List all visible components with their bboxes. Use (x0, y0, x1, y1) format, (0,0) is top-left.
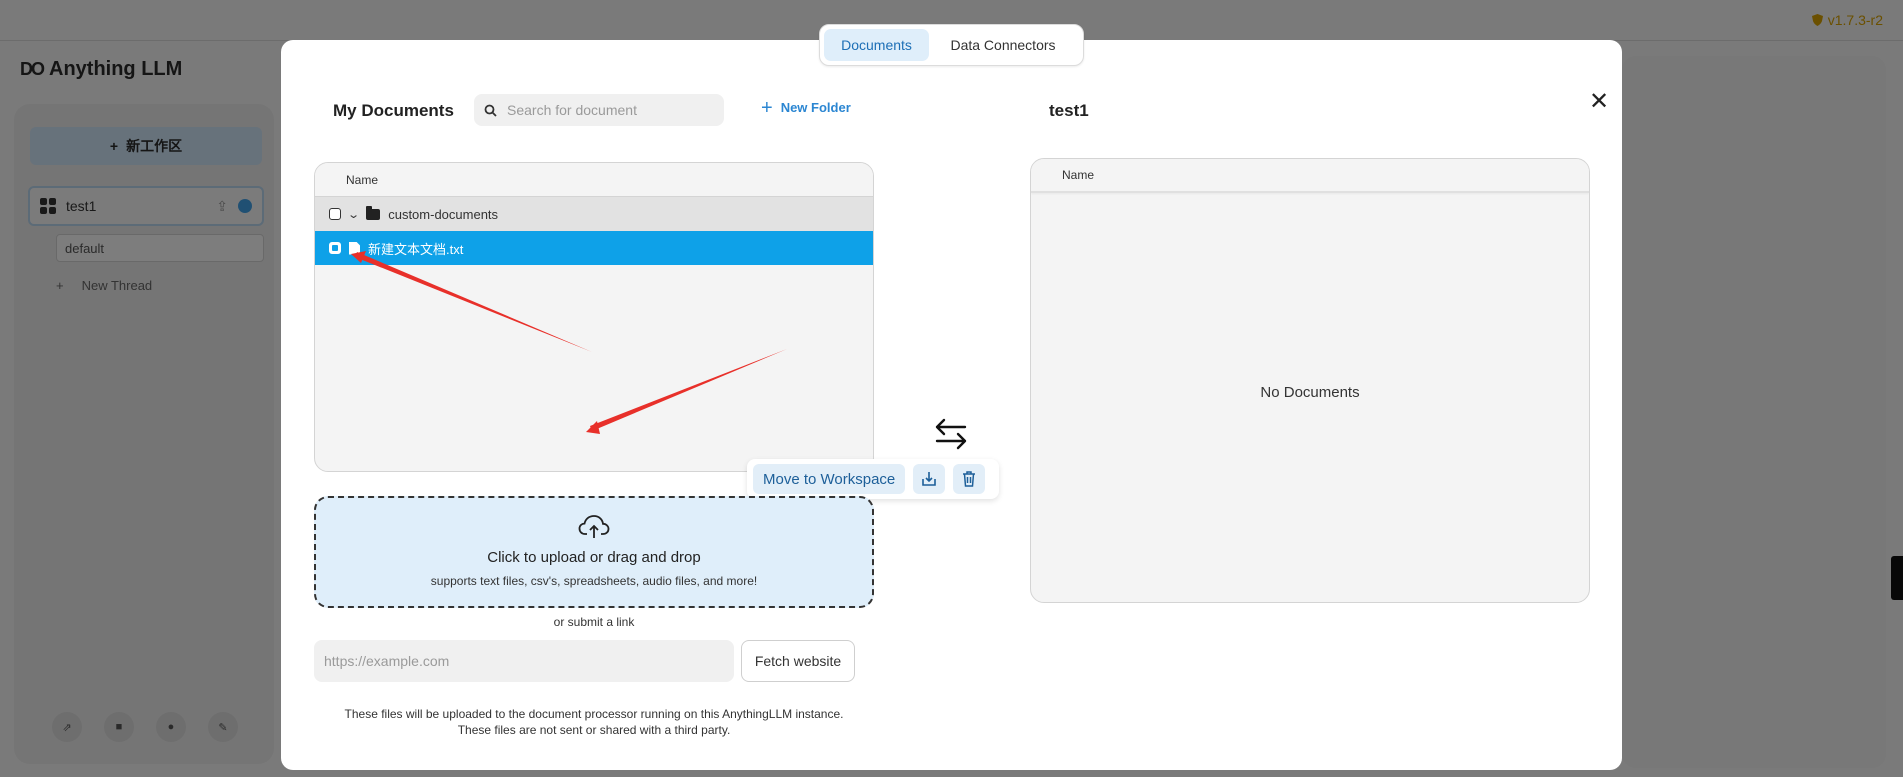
modal-tabs: Documents Data Connectors (819, 24, 1084, 66)
disclaimer-line-2: These files are not sent or shared with … (457, 723, 731, 737)
folder-row[interactable]: ⌄ custom-documents (315, 197, 873, 231)
file-name: 新建文本文档.txt (368, 241, 464, 257)
close-icon[interactable]: ✕ (1587, 90, 1611, 114)
new-folder-label: New Folder (780, 100, 851, 115)
workspace-title: test1 (1049, 101, 1089, 120)
search-input[interactable] (507, 102, 707, 118)
new-folder-button[interactable]: + New Folder (761, 96, 851, 119)
file-icon (349, 241, 360, 255)
column-header-name: Name (1031, 159, 1589, 193)
folder-checkbox[interactable] (329, 208, 341, 220)
chevron-down-icon[interactable]: ⌄ (347, 208, 360, 221)
tab-documents[interactable]: Documents (824, 29, 929, 61)
disclaimer-line-1: These files will be uploaded to the docu… (344, 707, 844, 721)
document-manager-modal: ✕ My Documents + New Folder Name ⌄ custo… (281, 40, 1622, 770)
my-documents-title: My Documents (333, 101, 454, 120)
swap-arrows-icon (935, 418, 967, 450)
column-header-name: Name (315, 163, 873, 197)
search-icon (484, 104, 497, 117)
document-search[interactable] (474, 94, 724, 126)
cloud-upload-icon (578, 515, 610, 538)
save-to-folder-icon[interactable] (913, 464, 946, 494)
folder-name: custom-documents (388, 206, 499, 222)
tab-data-connectors[interactable]: Data Connectors (935, 29, 1071, 61)
upload-subtitle: supports text files, csv's, spreadsheets… (430, 574, 758, 588)
or-submit-link-text: or submit a link (553, 615, 635, 629)
link-url-input[interactable] (314, 640, 734, 682)
upload-disclaimer: These files will be uploaded to the docu… (314, 706, 874, 738)
file-checkbox[interactable] (329, 242, 341, 254)
move-to-workspace-button[interactable]: Move to Workspace (753, 464, 906, 494)
trash-icon[interactable] (953, 464, 986, 494)
selection-action-bar: Move to Workspace (747, 459, 999, 499)
fetch-website-button[interactable]: Fetch website (741, 640, 855, 682)
empty-state-text: No Documents (1260, 384, 1360, 401)
workspace-documents-panel: Name No Documents (1030, 158, 1590, 603)
upload-dropzone[interactable]: Click to upload or drag and drop support… (314, 496, 874, 608)
upload-title: Click to upload or drag and drop (487, 549, 701, 566)
file-row[interactable]: 新建文本文档.txt (315, 231, 873, 265)
plus-icon: + (761, 96, 773, 119)
my-documents-panel: Name ⌄ custom-documents 新建文本文档.txt (314, 162, 874, 472)
folder-icon (366, 205, 381, 220)
